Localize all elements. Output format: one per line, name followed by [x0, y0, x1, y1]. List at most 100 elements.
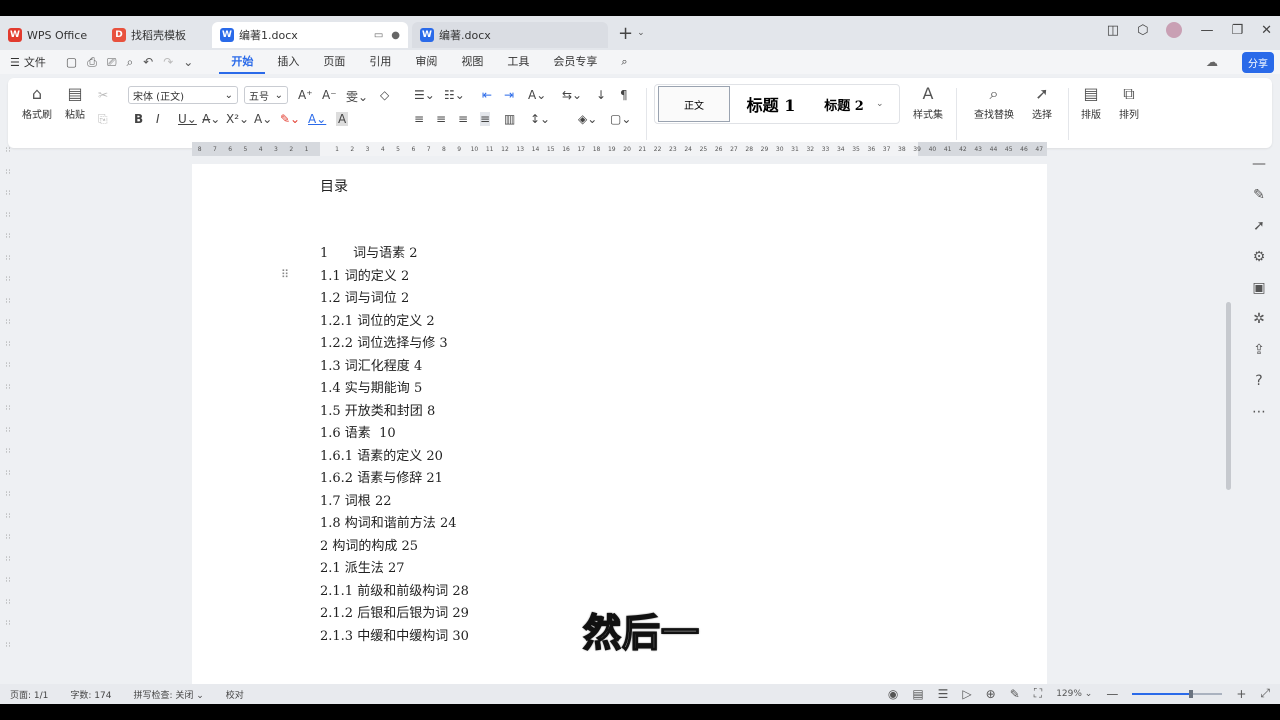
shading-icon[interactable]: ◈⌄: [578, 112, 597, 126]
print-icon[interactable]: ⎚: [107, 55, 117, 70]
menu-tab-home[interactable]: 开始: [219, 50, 266, 74]
copy-icon[interactable]: ⎘: [98, 112, 108, 127]
edit-icon[interactable]: ✎: [1010, 687, 1020, 701]
style-normal[interactable]: 正文: [658, 86, 730, 122]
sort-icon[interactable]: ↓: [596, 88, 606, 102]
phonetic-icon[interactable]: 雯⌄: [346, 88, 368, 105]
tab-document-2[interactable]: W 编著.docx: [412, 22, 608, 48]
drag-handle-icon[interactable]: ⠿: [281, 268, 289, 281]
menu-tab-tools[interactable]: 工具: [495, 50, 541, 74]
toc-entry[interactable]: 1 词与语素 2: [320, 243, 469, 266]
horizontal-ruler[interactable]: 8 7 6 5 4 3 2 1 1 2 3 4 5 6 7 8 9 10 11 12 13 14 15 16 17 18 19 20 2…: [192, 142, 1047, 156]
grow-font-icon[interactable]: A⁺: [298, 88, 313, 102]
monitor-icon[interactable]: ▭: [374, 30, 383, 41]
char-shading-icon[interactable]: A: [336, 112, 349, 126]
toc-entry[interactable]: 1.6.2 语素与修辞 21: [320, 468, 469, 491]
strikethrough-icon[interactable]: A̶⌄: [202, 112, 220, 126]
print-preview-icon[interactable]: ⌕: [126, 55, 133, 70]
tab-wps-office[interactable]: W WPS Office: [0, 22, 100, 48]
vertical-ruler[interactable]: ∷ ∷ ∷ ∷ ∷ ∷ ∷ ∷ ∷ ∷ ∷ ∷ ∷ ∷ ∷ ∷ ∷ ∷ ∷ ∷ ∷ ∷ ∷ ∷: [0, 142, 16, 690]
page-count[interactable]: 页面: 1/1: [10, 688, 48, 701]
menu-tab-insert[interactable]: 插入: [265, 50, 311, 74]
menu-tab-review[interactable]: 审阅: [403, 50, 449, 74]
outline-view-icon[interactable]: ☰: [938, 687, 949, 701]
cloud-icon[interactable]: ☁: [1206, 55, 1218, 69]
align-right-icon[interactable]: ≡: [458, 112, 468, 126]
file-menu[interactable]: ☰ 文件: [10, 54, 46, 70]
unsaved-dot-icon[interactable]: ●: [391, 30, 400, 41]
format-painter-button[interactable]: ⌂ 格式刷: [20, 84, 54, 121]
avatar[interactable]: [1166, 22, 1183, 38]
find-replace-button[interactable]: ⌕ 查找替换: [966, 84, 1022, 121]
toc-entry[interactable]: 1.3 词汇化程度 4: [320, 356, 469, 379]
cut-icon[interactable]: ✂: [98, 88, 108, 102]
pen-icon[interactable]: ✎: [1253, 187, 1265, 203]
toc-entry[interactable]: 2 构词的构成 25: [320, 536, 469, 559]
show-marks-icon[interactable]: ¶: [620, 88, 628, 102]
word-count[interactable]: 字数: 174: [70, 688, 111, 701]
toc-entry[interactable]: 2.1 派生法 27: [320, 558, 469, 581]
arrange-button[interactable]: ⧉ 排列: [1112, 84, 1146, 121]
bullet-list-icon[interactable]: ☰⌄: [414, 88, 435, 102]
menu-tab-member[interactable]: 会员专享: [541, 50, 609, 74]
italic-icon[interactable]: I: [156, 112, 160, 126]
tab-list-chevron-icon[interactable]: ⌄: [637, 28, 645, 38]
undo-icon[interactable]: ↶: [143, 55, 153, 70]
sidebar-toggle-icon[interactable]: ◫: [1107, 23, 1119, 38]
more-icon[interactable]: ⋯: [1252, 404, 1266, 420]
menu-tab-view[interactable]: 视图: [449, 50, 495, 74]
align-center-icon[interactable]: ≡: [436, 112, 446, 126]
play-icon[interactable]: ▷: [962, 687, 971, 701]
toc-entry[interactable]: 1.2 词与词位 2: [320, 288, 469, 311]
border-icon[interactable]: ▢⌄: [610, 112, 631, 126]
style-heading-2[interactable]: 标题 2: [812, 86, 876, 122]
toc-entry[interactable]: 1.4 实与期能询 5: [320, 378, 469, 401]
paste-button[interactable]: ▤ 粘贴: [60, 84, 90, 121]
zoom-slider[interactable]: [1132, 689, 1223, 698]
toc-entry[interactable]: 1.1 词的定义 2: [320, 266, 469, 289]
search-icon[interactable]: ⌕: [609, 50, 639, 74]
tab-document-active[interactable]: W 编著1.docx ▭ ●: [212, 22, 408, 48]
save-icon[interactable]: ▢: [66, 55, 77, 70]
toc-entry[interactable]: 1.7 词根 22: [320, 491, 469, 514]
toc-entry[interactable]: 1.6.1 语素的定义 20: [320, 446, 469, 469]
font-name-select[interactable]: 宋体 (正文) ⌄: [128, 86, 238, 104]
tab-template[interactable]: D 找稻壳模板: [104, 22, 208, 48]
superscript-icon[interactable]: X²⌄: [226, 112, 249, 126]
collapse-icon[interactable]: —: [1252, 156, 1266, 172]
distribute-icon[interactable]: ▥: [504, 112, 515, 126]
redo-icon[interactable]: ↷: [163, 55, 173, 70]
eye-icon[interactable]: ◉: [888, 687, 898, 701]
increase-indent-icon[interactable]: ⇥: [504, 88, 514, 102]
toc-entry[interactable]: 2.1.1 前级和前级构词 28: [320, 581, 469, 604]
justify-icon[interactable]: ≡: [480, 112, 491, 126]
more-chevron-icon[interactable]: ⌄: [183, 55, 193, 70]
font-color-icon[interactable]: A⌄: [308, 112, 326, 126]
new-tab-plus-icon[interactable]: +: [618, 23, 633, 44]
tools-icon[interactable]: ✲: [1253, 311, 1265, 327]
numbered-list-icon[interactable]: ☷⌄: [444, 88, 465, 102]
underline-icon[interactable]: U⌄: [178, 112, 197, 126]
scrollbar-thumb[interactable]: [1226, 302, 1231, 490]
minimize-icon[interactable]: —: [1200, 23, 1213, 38]
share-icon[interactable]: ⇪: [1253, 342, 1265, 358]
text-direction-icon[interactable]: ⇆⌄: [562, 88, 582, 102]
zoom-in-icon[interactable]: +: [1236, 687, 1246, 701]
fullscreen-icon[interactable]: ⤢: [1260, 686, 1270, 701]
bold-icon[interactable]: B: [134, 112, 143, 126]
layout-button[interactable]: ▤ 排版: [1074, 84, 1108, 121]
export-icon[interactable]: ⎙: [87, 55, 97, 70]
image-icon[interactable]: ▣: [1252, 280, 1265, 296]
adjust-icon[interactable]: ⚙: [1253, 249, 1266, 265]
decrease-indent-icon[interactable]: ⇤: [482, 88, 492, 102]
fit-screen-icon[interactable]: ⛶: [1034, 686, 1042, 701]
style-set-button[interactable]: A 样式集: [908, 84, 948, 121]
shrink-font-icon[interactable]: A⁻: [322, 88, 337, 102]
font-size-select[interactable]: 五号 ⌄: [244, 86, 288, 104]
web-view-icon[interactable]: ⊕: [986, 687, 996, 701]
zoom-slider-knob[interactable]: [1188, 689, 1193, 698]
toc-entry[interactable]: 1.8 构词和谐前方法 24: [320, 513, 469, 536]
highlight-icon[interactable]: ✎⌄: [280, 112, 300, 126]
toc-entry[interactable]: 2.1.3 中缓和中缓构词 30: [320, 626, 469, 649]
select-cursor-icon[interactable]: ➚: [1253, 218, 1265, 234]
